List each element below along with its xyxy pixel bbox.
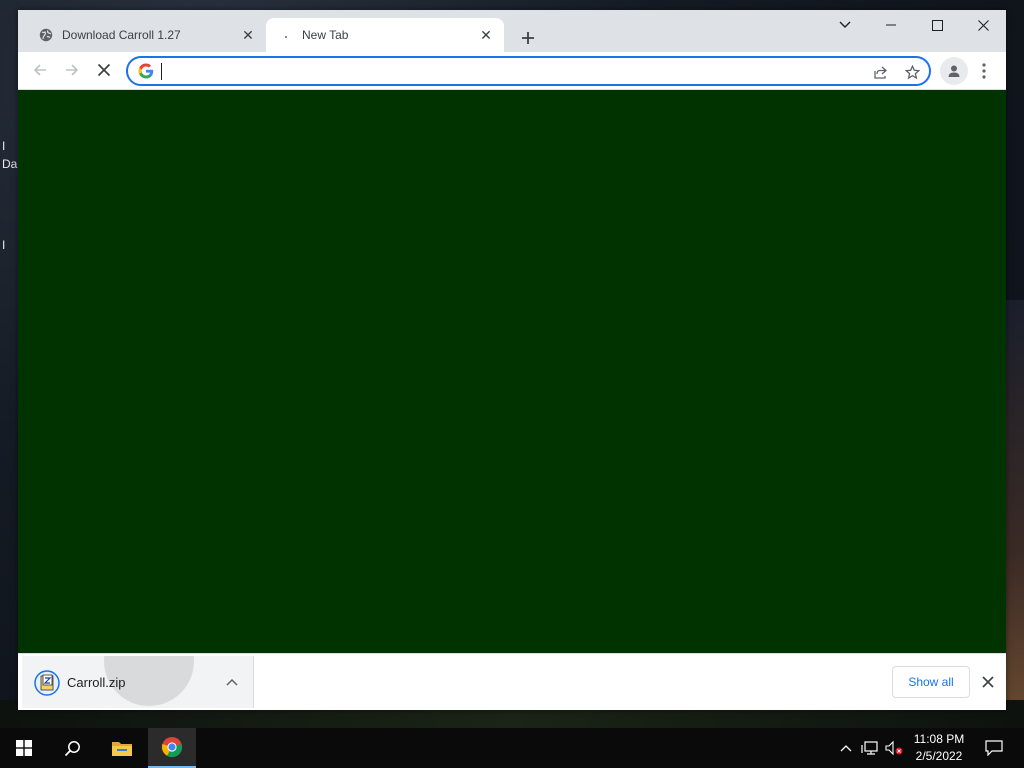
- close-icon: [982, 676, 994, 688]
- volume-button[interactable]: [884, 738, 904, 758]
- close-icon[interactable]: ✕: [476, 25, 496, 45]
- close-window-button[interactable]: [960, 10, 1006, 40]
- show-hidden-icons-button[interactable]: [836, 738, 856, 758]
- file-explorer-button[interactable]: [98, 728, 146, 768]
- tab-download-carroll[interactable]: Download Carroll 1.27 ✕: [26, 18, 266, 52]
- forward-arrow-icon: [66, 64, 79, 76]
- star-icon: [904, 64, 920, 79]
- chevron-up-icon: [840, 745, 852, 752]
- stop-loading-icon: [97, 63, 111, 77]
- windows-start-icon: [16, 740, 32, 756]
- profile-icon: [948, 65, 960, 77]
- address-bar[interactable]: [126, 56, 931, 86]
- zip-file-icon: [34, 670, 60, 696]
- stop-button[interactable]: [90, 56, 118, 84]
- network-button[interactable]: [860, 738, 880, 758]
- bookmark-button[interactable]: [900, 61, 924, 83]
- back-button[interactable]: [26, 56, 54, 84]
- clock[interactable]: 11:08 PM 2/5/2022: [906, 731, 972, 765]
- network-icon: [861, 741, 878, 755]
- browser-toolbar: [18, 52, 1006, 90]
- chrome-icon: [161, 737, 183, 758]
- tab-strip: Download Carroll 1.27 ✕ New Tab ✕: [18, 10, 1006, 52]
- search-button[interactable]: [48, 728, 96, 768]
- clock-time: 11:08 PM: [913, 732, 965, 746]
- file-explorer-icon: [112, 742, 132, 756]
- desktop-icon-label-fragment: I: [2, 238, 6, 252]
- close-shelf-button[interactable]: [978, 670, 998, 694]
- taskbar: 11:08 PM 2/5/2022: [0, 728, 1024, 768]
- back-arrow-icon: [33, 64, 46, 76]
- google-g-icon: [138, 63, 154, 79]
- kebab-menu-icon: [982, 63, 986, 79]
- download-shelf: Carroll.zip Show all: [18, 653, 1006, 710]
- volume-muted-icon: [885, 740, 903, 756]
- close-icon: [977, 19, 989, 31]
- tab-title: Download Carroll 1.27: [62, 28, 181, 42]
- chrome-menu-button[interactable]: [974, 57, 994, 85]
- close-icon[interactable]: ✕: [238, 25, 258, 45]
- plus-icon: [522, 32, 534, 44]
- chevron-down-icon: [839, 21, 851, 28]
- profile-button[interactable]: [940, 57, 968, 85]
- share-icon: [873, 66, 887, 79]
- download-filename: Carroll.zip: [67, 675, 126, 690]
- browser-window: Download Carroll 1.27 ✕ New Tab ✕ Carrol…: [18, 10, 1006, 710]
- address-input[interactable]: [166, 61, 856, 81]
- minimize-icon: [886, 24, 896, 26]
- chrome-taskbar-button[interactable]: [148, 728, 196, 768]
- clock-date: 2/5/2022: [915, 749, 963, 763]
- notification-icon: [985, 740, 1003, 756]
- action-center-button[interactable]: [978, 728, 1010, 768]
- new-tab-button[interactable]: [514, 24, 542, 52]
- tab-title: New Tab: [302, 28, 349, 42]
- tab-new-tab[interactable]: New Tab ✕: [266, 18, 504, 52]
- tab-search-button[interactable]: [822, 10, 868, 40]
- loading-icon: [278, 27, 294, 43]
- text-cursor: [161, 63, 162, 80]
- download-options-button[interactable]: [222, 672, 242, 692]
- maximize-icon: [931, 19, 943, 31]
- desktop-icon-label-fragment: Da: [2, 157, 18, 171]
- share-button[interactable]: [868, 61, 892, 83]
- start-button[interactable]: [0, 728, 48, 768]
- download-item[interactable]: Carroll.zip: [22, 656, 254, 708]
- show-all-button[interactable]: Show all: [892, 666, 970, 698]
- globe-icon: [38, 27, 54, 43]
- search-icon: [64, 740, 80, 756]
- desktop-icon-label-fragment: I: [2, 139, 6, 153]
- maximize-button[interactable]: [914, 10, 960, 40]
- page-content[interactable]: [18, 90, 1006, 653]
- chevron-up-icon: [226, 678, 238, 686]
- minimize-button[interactable]: [868, 10, 914, 40]
- forward-button[interactable]: [58, 56, 86, 84]
